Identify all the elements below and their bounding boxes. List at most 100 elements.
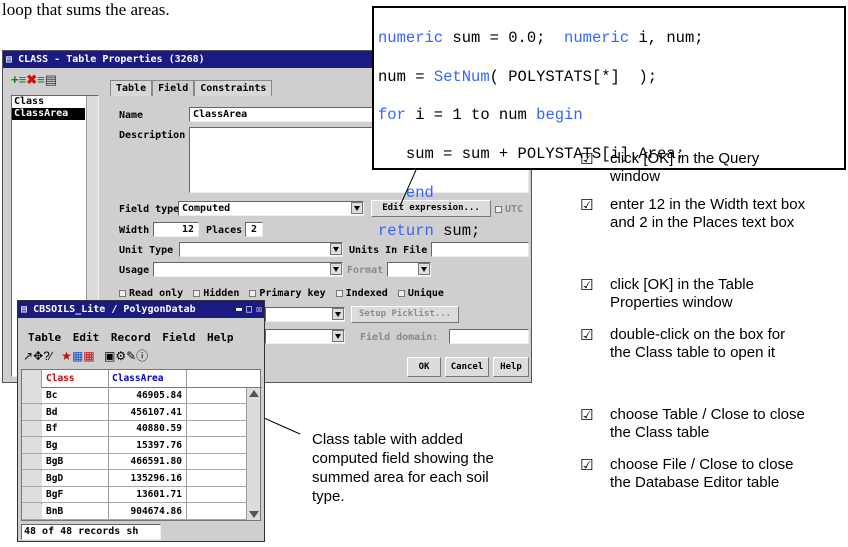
code-line-2: num = SetNum( POLYSTATS[*] ); (378, 68, 840, 87)
add-field-icon[interactable]: +≡ (11, 72, 26, 87)
window-menu-icon[interactable]: ▤ (21, 304, 27, 315)
record-grid-icon[interactable]: ▦ (72, 349, 83, 363)
cell-class[interactable]: BgF (46, 487, 106, 502)
chevron-down-icon[interactable] (330, 243, 342, 255)
table-row[interactable]: BgB 466591.80 (22, 454, 246, 470)
field-domain-select[interactable] (265, 329, 345, 344)
insert-field-icon[interactable]: ≡ (37, 72, 45, 87)
select-icon[interactable]: ↗ (23, 349, 33, 363)
ok-button[interactable]: OK (407, 357, 441, 377)
save-icon[interactable]: ▣ (104, 349, 115, 363)
close-icon[interactable]: ☒ (256, 301, 262, 318)
unit-type-select[interactable] (179, 242, 343, 257)
table-row[interactable]: BnB 904674.86 (22, 503, 246, 520)
cancel-button[interactable]: Cancel (445, 357, 489, 377)
code-text: ( POLYSTATS[*] ); (489, 67, 658, 86)
menu-edit[interactable]: Edit (73, 331, 100, 344)
table-grid: Class ClassArea Bc 46905.84 Bd 456107.41 Bf 4… (21, 369, 262, 521)
width-input[interactable]: 12 (153, 222, 199, 237)
menu-record[interactable]: Record (111, 331, 151, 344)
unique-checkbox[interactable]: Unique (397, 288, 444, 299)
table-row[interactable]: Bg 15397.76 (22, 437, 246, 454)
field-domain-input[interactable] (449, 329, 529, 344)
field-type-label: Field type (119, 204, 179, 215)
cell-classarea[interactable]: 46905.84 (110, 388, 184, 403)
cell-class[interactable]: Bg (46, 438, 106, 453)
database-table-window: ▤ CBSOILS_Lite / PolygonDatab ▬ □ ☒ Tabl… (17, 300, 265, 542)
column-header-classarea[interactable]: ClassArea (110, 371, 184, 386)
row-selector[interactable] (22, 454, 42, 469)
cell-class[interactable]: Bc (46, 388, 106, 403)
primary-key-checkbox[interactable]: Primary key (249, 288, 326, 299)
delete-field-icon[interactable]: ✖ (26, 72, 37, 87)
cell-classarea[interactable]: 15397.76 (110, 438, 184, 453)
cell-class[interactable]: BgB (46, 454, 106, 469)
chevron-down-icon[interactable] (330, 263, 342, 275)
row-selector[interactable] (22, 404, 42, 420)
scroll-up-icon[interactable] (249, 390, 259, 397)
chevron-down-icon[interactable] (332, 308, 344, 320)
cell-classarea[interactable]: 135296.16 (110, 471, 184, 486)
picklist-select[interactable] (265, 307, 345, 322)
cell-class[interactable]: BgD (46, 471, 106, 486)
row-selector[interactable] (22, 470, 42, 486)
usage-select[interactable] (153, 262, 343, 277)
scroll-down-icon[interactable] (249, 511, 259, 518)
link-icon[interactable]: ⚙ (115, 349, 126, 363)
read-only-checkbox[interactable]: Read only (119, 288, 183, 299)
query-code-box: numeric sum = 0.0; numeric i, num; num =… (372, 6, 846, 240)
cell-classarea[interactable]: 456107.41 (110, 405, 184, 420)
setup-picklist-button[interactable]: Setup Picklist... (351, 306, 459, 323)
maximize-icon[interactable]: □ (246, 301, 252, 318)
field-type-select[interactable]: Computed (178, 201, 364, 216)
delete-record-icon[interactable]: ▦ (83, 349, 94, 363)
chevron-down-icon[interactable] (418, 263, 430, 275)
cell-classarea[interactable]: 904674.86 (110, 504, 184, 519)
chevron-down-icon[interactable] (332, 330, 344, 342)
row-selector[interactable] (22, 503, 42, 519)
format-select[interactable] (387, 262, 431, 277)
table-row[interactable]: Bf 40880.59 (22, 421, 246, 437)
field-list-icon[interactable]: ▤ (45, 72, 57, 87)
table-row[interactable]: BgF 13601.71 (22, 487, 246, 503)
list-item-selected[interactable]: ClassArea (12, 108, 85, 120)
tab-field[interactable]: Field (152, 80, 195, 96)
row-selector[interactable] (22, 437, 42, 453)
minimize-icon[interactable]: ▬ (236, 301, 242, 318)
row-selector[interactable] (22, 421, 42, 436)
menu-help[interactable]: Help (207, 331, 234, 344)
places-label: Places (206, 225, 243, 236)
checkbox-icon: ☑ (580, 456, 594, 474)
tab-constraints[interactable]: Constraints (194, 80, 273, 96)
menu-field[interactable]: Field (162, 331, 195, 344)
name-input[interactable]: ClassArea (189, 107, 385, 122)
cell-class[interactable]: BnB (46, 504, 106, 519)
cell-class[interactable]: Bd (46, 405, 106, 420)
help-button[interactable]: Help (493, 357, 529, 377)
cell-classarea[interactable]: 466591.80 (110, 454, 184, 469)
row-selector[interactable] (22, 388, 42, 403)
menu-table[interactable]: Table (28, 331, 61, 344)
vertical-scrollbar[interactable] (246, 388, 260, 520)
window-menu-icon[interactable]: ▤ (6, 54, 12, 65)
hidden-checkbox[interactable]: Hidden (193, 288, 239, 299)
table-row[interactable]: Bc 46905.84 (22, 388, 246, 404)
column-header-class[interactable]: Class (44, 371, 106, 386)
tab-table[interactable]: Table (110, 80, 153, 96)
query-icon[interactable]: ? (43, 349, 50, 363)
cell-classarea[interactable]: 40880.59 (110, 421, 184, 436)
code-keyword: numeric (378, 29, 444, 48)
places-input[interactable]: 2 (245, 222, 263, 237)
select-all-icon[interactable]: ✥ (33, 349, 43, 363)
table-row[interactable]: BgD 135296.16 (22, 470, 246, 487)
edit-icon[interactable]: ✎ (126, 349, 136, 363)
row-selector[interactable] (22, 487, 42, 502)
cell-class[interactable]: Bf (46, 421, 106, 436)
table-row[interactable]: Bd 456107.41 (22, 404, 246, 421)
sort-icon[interactable]: ∕ (50, 349, 52, 363)
insert-record-icon[interactable]: ★ (61, 349, 72, 363)
cell-classarea[interactable]: 13601.71 (110, 487, 184, 502)
indexed-checkbox[interactable]: Indexed (335, 288, 388, 299)
chevron-down-icon[interactable] (351, 202, 363, 214)
info-icon[interactable]: ⓘ (136, 349, 148, 363)
